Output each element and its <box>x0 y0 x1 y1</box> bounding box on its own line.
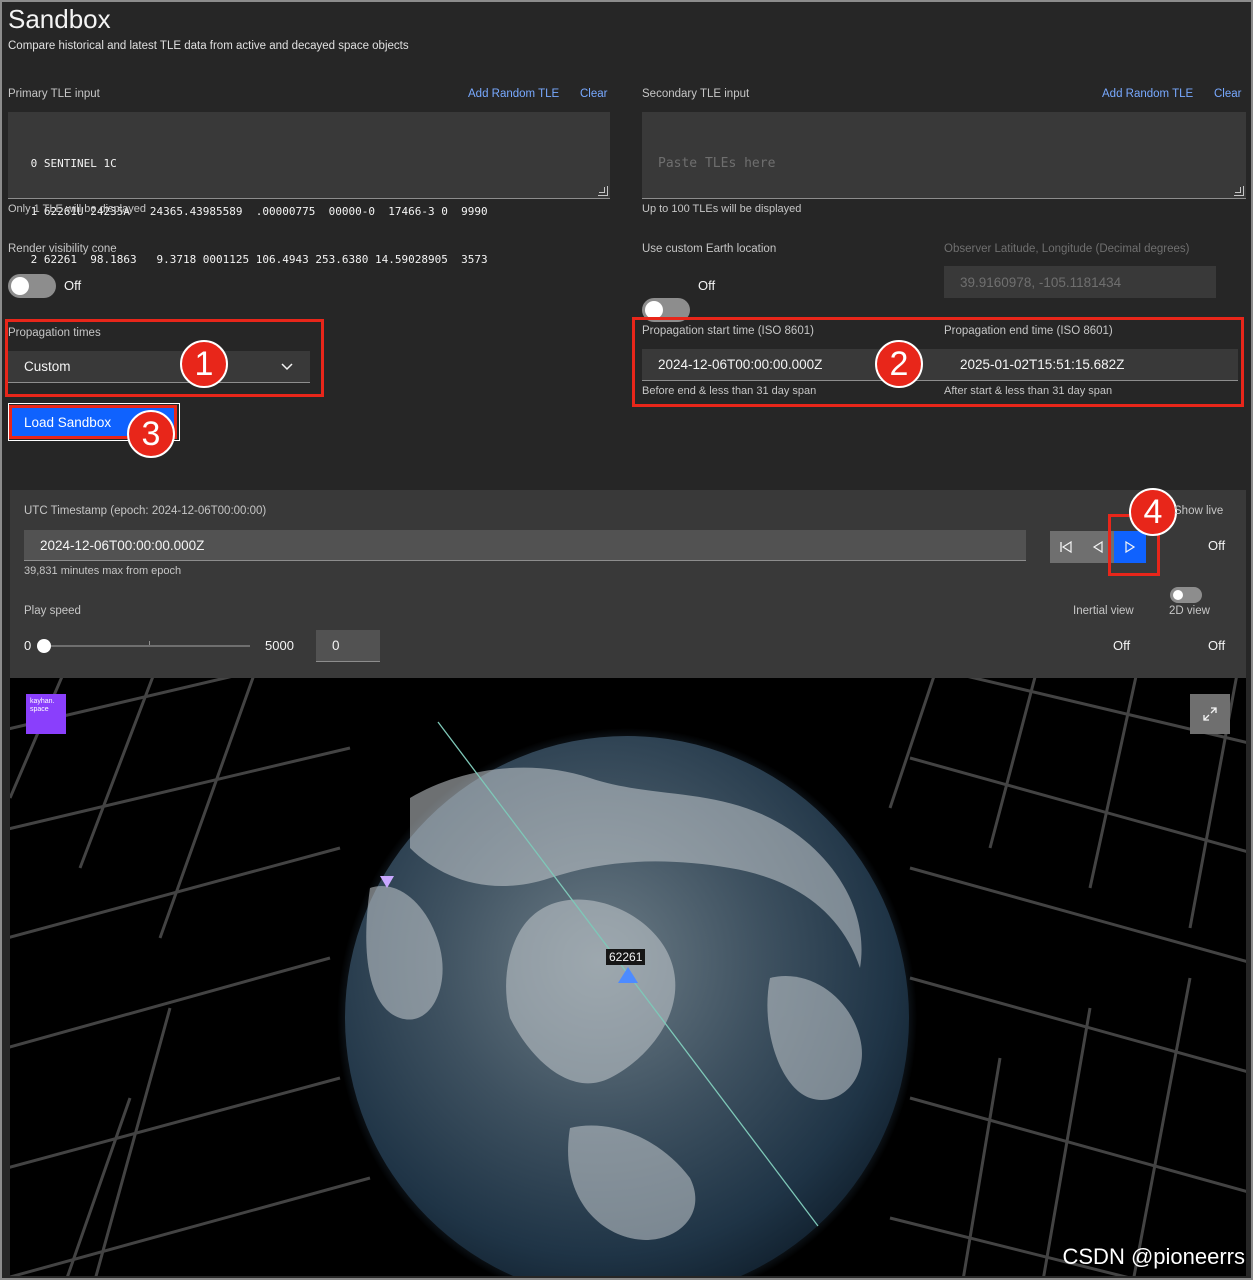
custom-location-label: Use custom Earth location <box>642 243 777 255</box>
primary-tle-textarea[interactable]: 0 SENTINEL 1C 1 62261U 24235A 24365.4398… <box>8 112 610 266</box>
annotation-badge-2: 2 <box>875 340 923 388</box>
watermark: CSDN @pioneerrs <box>1062 1244 1246 1269</box>
utc-timestamp-label: UTC Timestamp (epoch: 2024-12-06T00:00:0… <box>24 505 267 517</box>
expand-icon <box>1203 707 1217 721</box>
play-speed-min: 0 <box>24 638 32 653</box>
show-live-label: Show live <box>1174 505 1224 517</box>
utc-timestamp-input[interactable]: 2024-12-06T00:00:00.000Z <box>24 530 1026 561</box>
secondary-tle-textarea[interactable]: Paste TLEs here <box>642 112 1246 199</box>
2d-view-state: Off <box>1208 638 1226 653</box>
secondary-tle-helper: Up to 100 TLEs will be displayed <box>642 203 802 215</box>
secondary-clear-link[interactable]: Clear <box>1214 88 1241 100</box>
observer-coordinates-input[interactable]: 39.9160978, -105.1181434 <box>944 266 1216 298</box>
tle-line: 0 SENTINEL 1C <box>24 157 117 170</box>
2d-view-label: 2D view <box>1169 605 1210 617</box>
satellite-marker-icon[interactable] <box>617 966 639 988</box>
play-speed-midpoint-tick <box>149 641 150 645</box>
utc-timestamp-helper: 39,831 minutes max from epoch <box>24 565 182 577</box>
satellite-label: 62261 <box>606 949 646 965</box>
play-speed-slider-thumb[interactable] <box>37 639 51 653</box>
primary-tle-helper: Only 1 TLE will be displayed <box>8 203 146 215</box>
annotation-badge-3: 3 <box>127 410 175 458</box>
primary-tle-label: Primary TLE input <box>8 88 100 100</box>
inertial-view-label: Inertial view <box>1073 605 1134 617</box>
player-panel <box>10 490 1246 678</box>
fullscreen-button[interactable] <box>1190 694 1230 734</box>
observer-coordinates-label: Observer Latitude, Longitude (Decimal de… <box>944 243 1190 255</box>
visibility-cone-toggle[interactable] <box>8 274 56 298</box>
play-speed-input[interactable]: 0 <box>316 630 380 662</box>
show-live-state: Off <box>1208 538 1226 553</box>
annotation-box-1 <box>5 319 324 397</box>
kayhan-logo: kayhan. space <box>26 694 66 734</box>
annotation-badge-1: 1 <box>180 340 228 388</box>
toggle-knob <box>11 277 29 295</box>
step-back-icon <box>1092 540 1103 554</box>
primary-add-random-tle-link[interactable]: Add Random TLE <box>468 88 559 100</box>
play-speed-track[interactable] <box>37 639 250 653</box>
annotation-box-2 <box>632 317 1244 407</box>
visibility-cone-label: Render visibility cone <box>8 243 117 255</box>
play-speed-label: Play speed <box>24 605 81 617</box>
page-subtitle: Compare historical and latest TLE data f… <box>8 40 409 52</box>
primary-clear-link[interactable]: Clear <box>580 88 607 100</box>
custom-location-state: Off <box>698 278 716 293</box>
inertial-view-state: Off <box>1113 638 1131 653</box>
secondary-add-random-tle-link[interactable]: Add Random TLE <box>1102 88 1193 100</box>
secondary-tle-placeholder: Paste TLEs here <box>658 156 776 171</box>
globe-viewer[interactable]: kayhan. space 62261 <box>10 678 1246 1276</box>
show-live-toggle[interactable] <box>1170 587 1202 603</box>
visibility-cone-state: Off <box>64 278 82 293</box>
resize-handle-icon[interactable] <box>1234 186 1244 196</box>
annotation-badge-4: 4 <box>1129 488 1177 536</box>
page-title: Sandbox <box>8 4 111 34</box>
toggle-knob <box>1173 590 1183 600</box>
secondary-tle-label: Secondary TLE input <box>642 88 750 100</box>
resize-handle-icon[interactable] <box>598 186 608 196</box>
play-speed-max: 5000 <box>265 638 294 653</box>
skip-back-icon <box>1060 540 1072 554</box>
skip-to-start-button[interactable] <box>1050 531 1082 563</box>
